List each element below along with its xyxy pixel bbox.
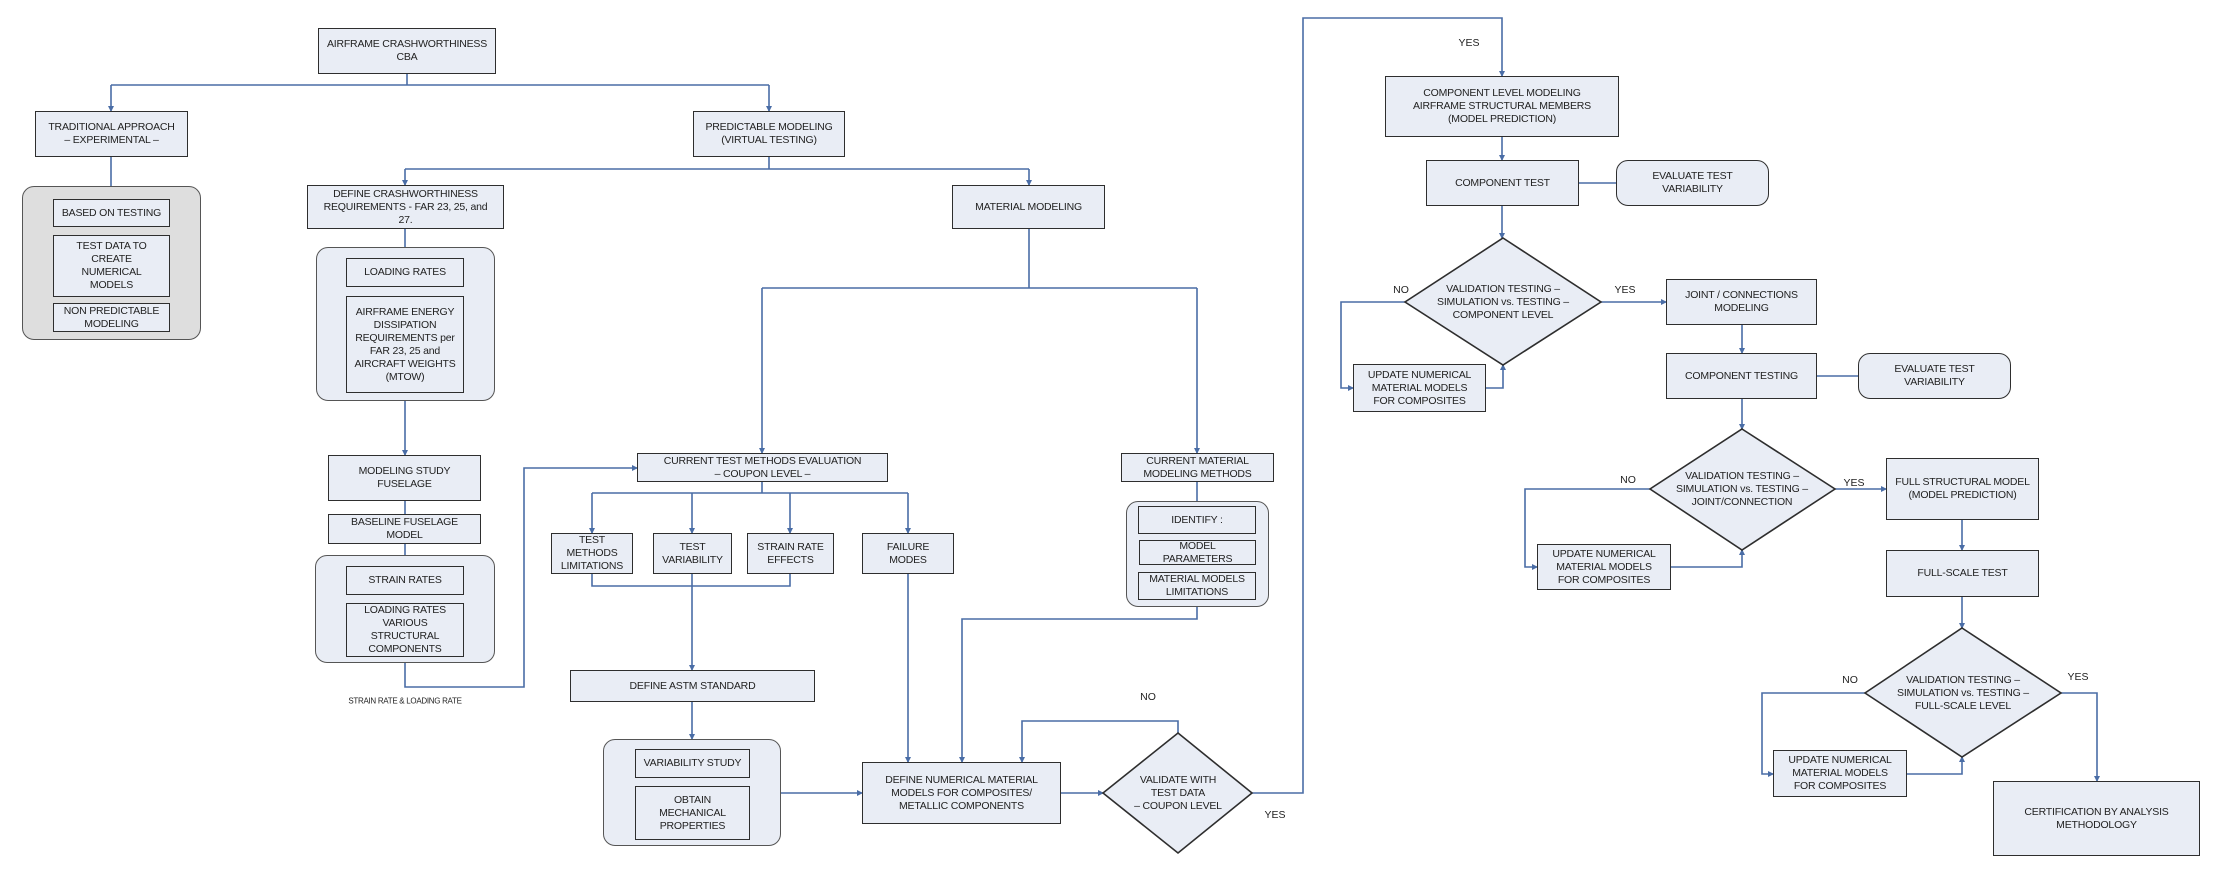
- label-full-no: NO: [1842, 674, 1858, 686]
- node-define-numerical: DEFINE NUMERICAL MATERIAL MODELS FOR COM…: [862, 762, 1061, 824]
- connector-predictable-bus: [405, 157, 1029, 170]
- flowchart-canvas: AIRFRAME CRASHWORTHINESS CBA TRADITIONAL…: [0, 0, 2222, 893]
- node-root: AIRFRAME CRASHWORTHINESS CBA: [318, 28, 496, 74]
- node-strain-rates: STRAIN RATES: [346, 566, 464, 595]
- decision-validation-full-scale-text: VALIDATION TESTING – SIMULATION vs. TEST…: [1897, 673, 2029, 712]
- node-component-level: COMPONENT LEVEL MODELING AIRFRAME STRUCT…: [1385, 76, 1619, 137]
- node-test-variability: TEST VARIABILITY: [653, 533, 732, 574]
- node-update-2: UPDATE NUMERICAL MATERIAL MODELS FOR COM…: [1537, 544, 1671, 590]
- node-failure-modes: FAILURE MODES: [862, 533, 954, 574]
- node-full-scale-test: FULL-SCALE TEST: [1886, 550, 2039, 597]
- label-joint-no: NO: [1620, 474, 1636, 486]
- label-coupon-yes: YES: [1264, 809, 1286, 821]
- node-obtain-properties: OBTAIN MECHANICAL PROPERTIES: [635, 786, 750, 840]
- connector-material-bus: [762, 229, 1197, 289]
- node-non-predictable: NON PREDICTABLE MODELING: [53, 303, 170, 332]
- node-test-data: TEST DATA TO CREATE NUMERICAL MODELS: [53, 235, 170, 297]
- label-top-yes: YES: [1458, 37, 1480, 49]
- node-predictable: PREDICTABLE MODELING (VIRTUAL TESTING): [693, 111, 845, 157]
- node-variability-study: VARIABILITY STUDY: [635, 749, 750, 778]
- label-component-no: NO: [1393, 284, 1409, 296]
- decision-validation-joint-text: VALIDATION TESTING – SIMULATION vs. TEST…: [1676, 469, 1808, 508]
- node-update-3: UPDATE NUMERICAL MATERIAL MODELS FOR COM…: [1773, 750, 1907, 797]
- node-define-astm: DEFINE ASTM STANDARD: [570, 670, 815, 702]
- connector-bracket: [591, 574, 791, 587]
- node-loading-rates: LOADING RATES: [346, 258, 464, 287]
- node-based-on-testing: BASED ON TESTING: [53, 199, 170, 227]
- node-component-test: COMPONENT TEST: [1426, 160, 1579, 206]
- node-modeling-study: MODELING STUDY FUSELAGE: [328, 455, 481, 501]
- label-coupon-no: NO: [1140, 691, 1156, 703]
- node-material-limitations: MATERIAL MODELS LIMITATIONS: [1138, 572, 1256, 600]
- node-energy-dissipation: AIRFRAME ENERGY DISSIPATION REQUIREMENTS…: [346, 296, 464, 393]
- node-test-methods-limitations: TEST METHODS LIMITATIONS: [551, 533, 633, 574]
- node-loading-rates-components: LOADING RATES VARIOUS STRUCTURAL COMPONE…: [346, 603, 464, 657]
- node-component-testing: COMPONENT TESTING: [1666, 353, 1817, 399]
- label-strain-loading-rate: STRAIN RATE & LOADING RATE: [348, 696, 462, 706]
- label-full-yes: YES: [2067, 671, 2089, 683]
- node-update-1: UPDATE NUMERICAL MATERIAL MODELS FOR COM…: [1353, 364, 1486, 412]
- decision-validation-component-text: VALIDATION TESTING – SIMULATION vs. TEST…: [1437, 282, 1569, 321]
- connector-update3-back: [1907, 756, 1965, 775]
- node-evaluate-variability-1: EVALUATE TEST VARIABILITY: [1616, 160, 1769, 206]
- label-component-yes: YES: [1614, 284, 1636, 296]
- connector-update1-back: [1486, 364, 1506, 389]
- node-evaluate-variability-2: EVALUATE TEST VARIABILITY: [1858, 353, 2011, 399]
- node-strain-rate-effects: STRAIN RATE EFFECTS: [747, 533, 834, 574]
- node-current-test-methods: CURRENT TEST METHODS EVALUATION – COUPON…: [637, 453, 888, 482]
- node-traditional: TRADITIONAL APPROACH – EXPERIMENTAL –: [35, 111, 188, 157]
- connector-full-yes: [2061, 692, 2100, 782]
- node-identify: IDENTIFY :: [1138, 506, 1256, 534]
- decision-validate-coupon-text: VALIDATE WITH TEST DATA – COUPON LEVEL: [1134, 773, 1222, 812]
- node-material-modeling: MATERIAL MODELING: [952, 185, 1105, 229]
- node-certification: CERTIFICATION BY ANALYSIS METHODOLOGY: [1993, 781, 2200, 856]
- node-full-structural: FULL STRUCTURAL MODEL (MODEL PREDICTION): [1886, 458, 2039, 520]
- node-current-material-methods: CURRENT MATERIAL MODELING METHODS: [1121, 453, 1274, 482]
- node-define-requirements: DEFINE CRASHWORTHINESS REQUIREMENTS - FA…: [307, 185, 504, 229]
- node-joint-modeling: JOINT / CONNECTIONS MODELING: [1666, 279, 1817, 325]
- connector-update2-back: [1671, 549, 1745, 568]
- node-baseline-fuselage: BASELINE FUSELAGE MODEL: [328, 514, 481, 544]
- node-model-parameters: MODEL PARAMETERS: [1139, 540, 1256, 565]
- connector-test-bus: [592, 482, 908, 494]
- label-joint-yes: YES: [1843, 477, 1865, 489]
